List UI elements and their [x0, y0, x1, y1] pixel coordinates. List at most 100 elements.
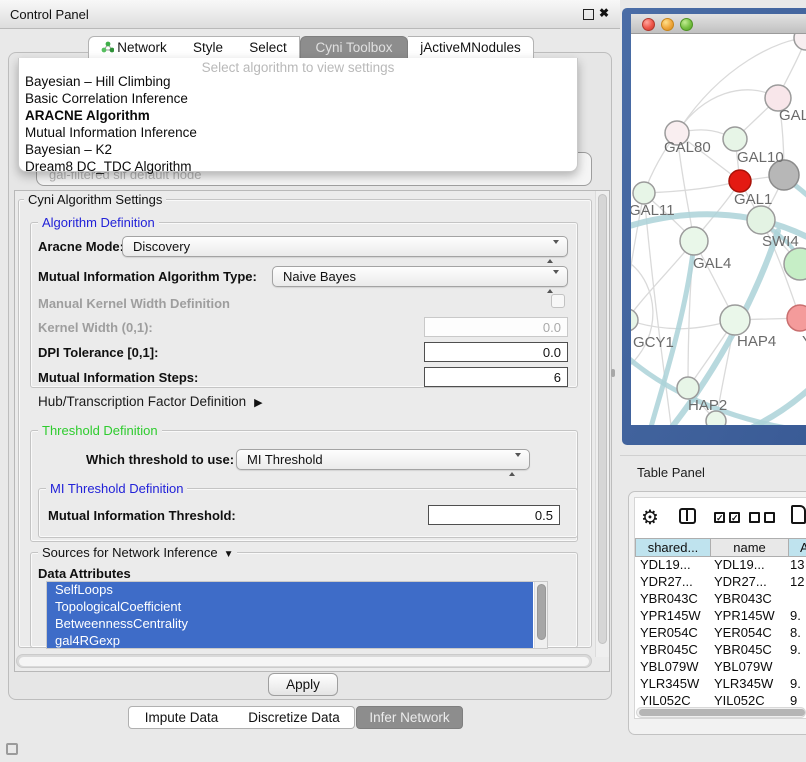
dropdown-item[interactable]: Dream8 DC_TDC Algorithm — [25, 158, 565, 175]
dropdown-item[interactable]: Basic Correlation Inference — [25, 90, 565, 107]
document-icon[interactable] — [791, 505, 806, 524]
network-node[interactable] — [787, 305, 806, 331]
tab-impute-data[interactable]: Impute Data — [128, 706, 235, 729]
network-node-gal11[interactable] — [633, 182, 655, 204]
cell-shared: YLR345W — [640, 676, 710, 693]
list-item[interactable]: gal4RGexp — [47, 633, 533, 649]
manual-kernel-checkbox[interactable] — [551, 294, 565, 308]
cell-shared: YBR045C — [640, 642, 710, 659]
tab-network[interactable]: Network — [88, 36, 180, 59]
network-node[interactable] — [794, 34, 806, 50]
network-node-swi4[interactable] — [747, 206, 775, 234]
list-item[interactable]: TopologicalCoefficient — [47, 599, 533, 616]
checked-checkbox-icon[interactable]: ✓ — [714, 512, 725, 523]
unchecked-checkbox-icon[interactable] — [749, 512, 760, 523]
gear-icon[interactable]: ⚙ — [641, 505, 659, 530]
dropdown-item[interactable]: Bayesian – K2 — [25, 141, 565, 158]
column-header-shared[interactable]: shared... — [635, 538, 711, 557]
panel-title: Control Panel — [10, 7, 89, 22]
network-node-gal1[interactable] — [729, 170, 751, 192]
tab-style[interactable]: Style — [179, 36, 238, 59]
cell-shared: YDR27... — [640, 574, 710, 591]
network-node[interactable] — [784, 248, 806, 280]
splitter-handle[interactable] — [611, 369, 615, 377]
dpi-tolerance-label: DPI Tolerance [0,1]: — [38, 345, 158, 360]
combo-spinner-icon — [509, 455, 521, 474]
data-attributes-list[interactable]: SelfLoops TopologicalCoefficient Between… — [46, 581, 548, 649]
column-header-a[interactable]: A — [788, 538, 806, 557]
table-body: YDL19... YDL19... 13 YDR27... YDR27... 1… — [635, 557, 806, 706]
tab-cyni-toolbox[interactable]: Cyni Toolbox — [300, 36, 408, 59]
tab-label: jActiveMNodules — [420, 40, 521, 55]
algorithm-dropdown[interactable]: Select algorithm to view settings Bayesi… — [18, 58, 578, 172]
combo-spinner-icon — [547, 272, 559, 291]
mi-threshold-group-title: MI Threshold Definition — [46, 481, 187, 496]
node-label: HAP4 — [737, 333, 776, 350]
close-icon[interactable]: ✖ — [599, 6, 609, 20]
collapse-down-icon[interactable]: ▼ — [224, 549, 234, 560]
data-attributes-label: Data Attributes — [38, 566, 131, 581]
tab-discretize-data[interactable]: Discretize Data — [234, 706, 355, 729]
close-traffic-light-icon[interactable] — [642, 18, 655, 31]
network-graph: GAL GAL80 GAL10 GAL1 GAL11 SWI4 GAL4 GCY… — [631, 34, 806, 425]
float-window-icon[interactable] — [583, 9, 594, 20]
cell-value: 9. — [790, 642, 806, 659]
dropdown-item-selected[interactable]: ARACNE Algorithm — [25, 107, 565, 124]
control-panel-titlebar[interactable]: Control Panel ✖ — [0, 0, 620, 29]
network-node-hap4[interactable] — [720, 305, 750, 335]
network-window-titlebar[interactable] — [631, 14, 806, 34]
cell-name: YIL052C — [714, 693, 788, 706]
hub-section-toggle[interactable]: Hub/Transcription Factor Definition ▶ — [38, 394, 263, 409]
which-threshold-select[interactable]: MI Threshold — [236, 449, 530, 470]
cell-name: YBL079W — [714, 659, 788, 676]
node-label: Y — [802, 333, 806, 350]
list-item[interactable]: SelfLoops — [47, 582, 533, 599]
kernel-width-field[interactable]: 0.0 — [424, 317, 568, 337]
apply-button[interactable]: Apply — [268, 673, 338, 696]
tab-jactivemnodules[interactable]: jActiveMNodules — [408, 36, 534, 59]
column-header-name[interactable]: name — [710, 538, 789, 557]
table-hscrollbar-thumb[interactable] — [639, 709, 805, 716]
settings-hscrollbar-thumb[interactable] — [19, 657, 589, 666]
cell-name: YER054C — [714, 625, 788, 642]
cell-shared: YBL079W — [640, 659, 710, 676]
list-scrollbar[interactable] — [534, 582, 548, 649]
network-canvas[interactable]: GAL GAL80 GAL10 GAL1 GAL11 SWI4 GAL4 GCY… — [631, 34, 806, 425]
unchecked-checkbox-icon[interactable] — [764, 512, 775, 523]
list-scrollbar-thumb[interactable] — [537, 584, 546, 640]
tab-infer-network[interactable]: Infer Network — [356, 706, 463, 729]
hub-section-label: Hub/Transcription Factor Definition — [38, 394, 246, 409]
dropdown-item[interactable]: Mutual Information Inference — [25, 124, 565, 141]
table-hscrollbar[interactable] — [636, 707, 806, 718]
network-icon — [101, 41, 114, 53]
settings-vscrollbar[interactable] — [595, 191, 609, 657]
mi-steps-label: Mutual Information Steps: — [38, 370, 198, 385]
aracne-mode-select[interactable]: Discovery — [122, 236, 568, 257]
tab-label: Cyni Toolbox — [315, 40, 392, 55]
minimize-traffic-light-icon[interactable] — [661, 18, 674, 31]
settings-hscrollbar[interactable] — [16, 654, 592, 668]
dpi-tolerance-field[interactable]: 0.0 — [424, 342, 568, 362]
zoom-traffic-light-icon[interactable] — [680, 18, 693, 31]
tab-select[interactable]: Select — [237, 36, 300, 59]
settings-vscrollbar-thumb[interactable] — [598, 194, 607, 644]
sources-toggle[interactable]: Sources for Network Inference▼ — [38, 545, 237, 560]
aracne-mode-label: Aracne Mode: — [38, 239, 124, 254]
checked-checkbox-icon[interactable]: ✓ — [729, 512, 740, 523]
node-label: SWI4 — [762, 233, 799, 250]
network-node-gal4[interactable] — [680, 227, 708, 255]
mi-type-select[interactable]: Naive Bayes — [272, 266, 568, 287]
cell-name: YDR27... — [714, 574, 788, 591]
collapsed-panel-icon[interactable] — [6, 743, 18, 755]
list-item[interactable]: BetweennessCentrality — [47, 616, 533, 633]
network-node-gal10[interactable] — [723, 127, 747, 151]
network-node-hap2[interactable] — [677, 377, 699, 399]
mi-steps-field[interactable]: 6 — [424, 367, 568, 387]
mi-threshold-field[interactable]: 0.5 — [428, 505, 560, 525]
network-node-gcy1[interactable] — [631, 309, 638, 331]
dropdown-item[interactable]: Bayesian – Hill Climbing — [25, 73, 565, 90]
split-columns-icon[interactable] — [679, 508, 696, 524]
cell-value: 13 — [790, 557, 806, 574]
expand-right-icon[interactable]: ▶ — [254, 396, 262, 409]
table-panel-title: Table Panel — [637, 465, 705, 480]
